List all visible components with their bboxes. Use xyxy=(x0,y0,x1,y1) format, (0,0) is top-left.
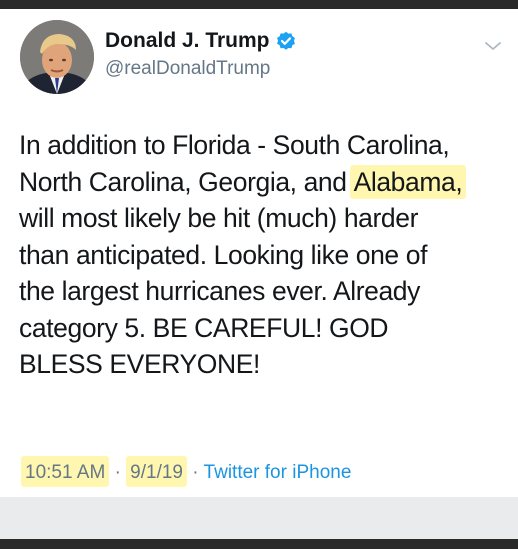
highlighted-word: Alabama, xyxy=(349,164,467,199)
tweet-text-segment: will most likely be hit (much) harder xyxy=(19,203,419,233)
tweet-text-line: than anticipated. Looking like one of xyxy=(19,237,511,274)
tweet-text-line: BLESS EVERYONE! xyxy=(19,346,511,383)
top-border xyxy=(0,0,518,9)
bottom-border xyxy=(0,539,518,549)
chevron-down-icon[interactable] xyxy=(483,39,503,53)
tweet-text-line: the largest hurricanes ever. Already xyxy=(19,273,511,310)
tweet-text-segment: than anticipated. Looking like one of xyxy=(19,239,428,270)
tweet-card: Donald J. Trump @realDonaldTrump In addi… xyxy=(4,9,514,497)
tweet-date[interactable]: 9/1/19 xyxy=(126,456,187,487)
tweet-text-segment: North Carolina, Georgia, and xyxy=(19,166,354,197)
verified-badge-icon xyxy=(276,31,296,51)
tweet-time[interactable]: 10:51 AM xyxy=(21,456,110,487)
tweet-text-line: category 5. BE CAREFUL! GOD xyxy=(19,310,511,347)
meta-separator: · xyxy=(192,462,199,483)
display-name[interactable]: Donald J. Trump xyxy=(105,29,296,53)
tweet-text-segment: BLESS EVERYONE! xyxy=(19,349,260,379)
tweet-text-line: In addition to Florida - South Carolina, xyxy=(19,127,511,164)
screenshot-frame: Donald J. Trump @realDonaldTrump In addi… xyxy=(0,0,518,549)
tweet-text-segment: category 5. BE CAREFUL! GOD xyxy=(19,312,389,343)
meta-separator: · xyxy=(114,462,121,483)
tweet-text-line: North Carolina, Georgia, and Alabama, xyxy=(19,164,511,201)
bottom-band xyxy=(0,497,518,539)
profile-avatar[interactable] xyxy=(20,20,94,94)
display-name-text: Donald J. Trump xyxy=(105,29,270,52)
user-handle[interactable]: @realDonaldTrump xyxy=(105,58,270,80)
tweet-text-segment: In addition to Florida - South Carolina, xyxy=(19,130,450,160)
tweet-source-link[interactable]: Twitter for iPhone xyxy=(204,462,352,483)
tweet-text: In addition to Florida - South Carolina,… xyxy=(19,127,511,383)
tweet-metadata: 10:51 AM · 9/1/19 · Twitter for iPhone xyxy=(21,456,352,487)
tweet-text-segment: the largest hurricanes ever. Already xyxy=(19,276,420,306)
tweet-text-line: will most likely be hit (much) harder xyxy=(19,200,511,237)
